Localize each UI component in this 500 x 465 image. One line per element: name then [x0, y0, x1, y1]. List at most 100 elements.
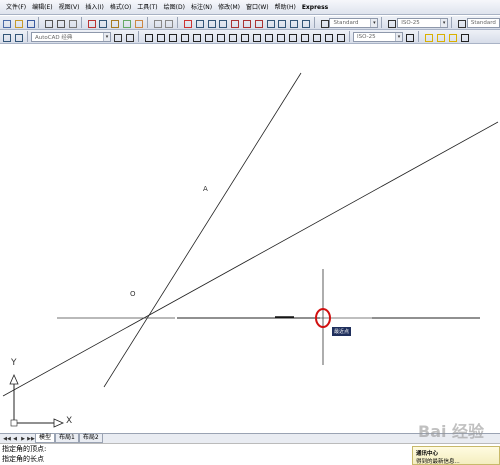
tab-layout1[interactable]: 布局1 [55, 434, 79, 443]
chevron-down-icon: ▾ [103, 32, 110, 41]
menu-view[interactable]: 视图(V) [56, 0, 83, 15]
layer-color-icon[interactable] [459, 32, 469, 42]
toolbar-separator [27, 31, 28, 42]
menu-tools[interactable]: 工具(T) [134, 0, 160, 15]
text-style-value: Standard [333, 19, 359, 26]
match-properties-icon[interactable] [121, 18, 131, 28]
tab-nav-next[interactable]: ▶ [19, 435, 27, 443]
dim-style-value-2: ISO-25 [357, 33, 376, 40]
menu-modify[interactable]: 修改(M) [215, 0, 243, 15]
watermark-logo: Bai 经验 [418, 422, 485, 441]
workspace-dim-toolbar: AutoCAD 经典 ▾ ISO-25 ▾ [0, 30, 500, 44]
layer-lock-icon[interactable] [447, 32, 457, 42]
dim-style-select[interactable]: ISO-25 ▾ [397, 17, 449, 28]
dim-style-icon [386, 18, 397, 28]
toolbar-separator [381, 17, 383, 28]
chevron-down-icon: ▾ [370, 18, 378, 27]
help-icon[interactable] [300, 18, 310, 28]
text-style-icon [319, 18, 329, 28]
line-oa [103, 72, 302, 388]
dim-edit-icon[interactable] [311, 32, 321, 42]
save-icon[interactable] [25, 18, 35, 28]
aligned-dim-icon[interactable] [155, 32, 165, 42]
new-file-icon[interactable] [1, 18, 11, 28]
dim-text-edit-icon[interactable] [323, 32, 333, 42]
toolbar-separator [418, 31, 419, 42]
tab-layout2[interactable]: 布局2 [78, 434, 103, 443]
design-center-icon[interactable] [241, 18, 251, 28]
cut-icon[interactable] [86, 18, 96, 28]
linear-dim-icon[interactable] [143, 32, 153, 42]
layer-state-icon[interactable] [13, 32, 23, 42]
menu-bar: 文件(F) 编辑(E) 视图(V) 插入(I) 格式(O) 工具(T) 绘图(D… [0, 0, 500, 15]
menu-file[interactable]: 文件(F) [3, 0, 29, 15]
tab-nav-last[interactable]: ▶▶ [27, 435, 35, 443]
drawing-canvas[interactable]: A O 最近点 Y X [0, 45, 500, 433]
copy-icon[interactable] [97, 18, 108, 28]
menu-window[interactable]: 窗口(W) [243, 0, 272, 15]
menu-format[interactable]: 格式(O) [107, 0, 134, 15]
drawing-svg [2, 72, 499, 428]
dim-style-select-2[interactable]: ISO-25 ▾ [353, 31, 403, 42]
menu-help[interactable]: 帮助(H) [272, 0, 299, 15]
menu-express[interactable]: Express [299, 0, 331, 15]
layer-on-icon[interactable] [423, 32, 433, 42]
ucs-y-arrow [9, 374, 19, 385]
continue-dim-icon[interactable] [263, 32, 273, 42]
sheet-set-icon[interactable] [265, 18, 275, 28]
menu-dimension[interactable]: 标注(N) [188, 0, 215, 15]
diameter-dim-icon[interactable] [215, 32, 225, 42]
table-style-value: Standard [470, 19, 496, 26]
tab-nav-first[interactable]: ◀◀ [3, 435, 11, 443]
quick-leader-icon[interactable] [275, 32, 285, 42]
properties-icon[interactable] [229, 18, 239, 28]
tool-palettes-icon[interactable] [253, 18, 263, 28]
dim-style-manager-icon[interactable] [404, 32, 414, 42]
dim-update-icon[interactable] [335, 32, 345, 42]
pan-icon[interactable] [182, 18, 192, 28]
print-icon[interactable] [43, 18, 54, 28]
workspace-settings-icon[interactable] [112, 32, 122, 42]
workspace-select[interactable]: AutoCAD 经典 ▾ [31, 31, 111, 42]
standard-toolbar: Standard ▾ ISO-25 ▾ Standard [0, 16, 500, 30]
radius-dim-icon[interactable] [191, 32, 201, 42]
center-mark-icon[interactable] [299, 32, 309, 42]
baseline-dim-icon[interactable] [251, 32, 261, 42]
angular-dim-icon[interactable] [227, 32, 237, 42]
print-preview-icon[interactable] [55, 18, 65, 28]
menu-draw[interactable]: 绘图(D) [161, 0, 188, 15]
paste-icon[interactable] [109, 18, 119, 28]
workspace-value: AutoCAD 经典 [35, 34, 73, 41]
table-style-select[interactable]: Standard [466, 17, 500, 28]
tab-nav-prev[interactable]: ◀ [11, 435, 19, 443]
zoom-realtime-icon[interactable] [194, 18, 204, 28]
ucs-x-label: X [66, 416, 73, 426]
block-editor-icon[interactable] [133, 18, 143, 28]
open-file-icon[interactable] [13, 18, 23, 28]
tab-model[interactable]: 模型 [35, 434, 56, 443]
ordinate-dim-icon[interactable] [179, 32, 189, 42]
calculator-icon[interactable] [288, 18, 298, 28]
communication-center-balloon[interactable]: 通讯中心 得到的最新信息... [412, 446, 500, 465]
text-style-select[interactable]: Standard ▾ [329, 17, 379, 28]
layer-freeze-icon[interactable] [435, 32, 445, 42]
jogged-dim-icon[interactable] [203, 32, 213, 42]
arc-length-icon[interactable] [167, 32, 177, 42]
quick-dim-icon[interactable] [239, 32, 249, 42]
zoom-window-icon[interactable] [206, 18, 216, 28]
redo-icon[interactable] [163, 18, 174, 28]
ucs-x-arrow [53, 418, 64, 428]
layer-icon[interactable] [1, 32, 11, 42]
menu-edit[interactable]: 编辑(E) [29, 0, 55, 15]
undo-icon[interactable] [152, 18, 162, 28]
zoom-previous-icon[interactable] [217, 18, 228, 28]
dim-style-value: ISO-25 [401, 19, 420, 26]
workspace-save-icon[interactable] [124, 32, 134, 42]
point-label-a: A [203, 185, 208, 193]
tolerance-icon[interactable] [287, 32, 297, 42]
markup-icon[interactable] [276, 18, 287, 28]
publish-icon[interactable] [67, 18, 77, 28]
menu-insert[interactable]: 插入(I) [82, 0, 106, 15]
toolbar-separator [313, 17, 315, 28]
toolbar-separator [80, 17, 82, 28]
